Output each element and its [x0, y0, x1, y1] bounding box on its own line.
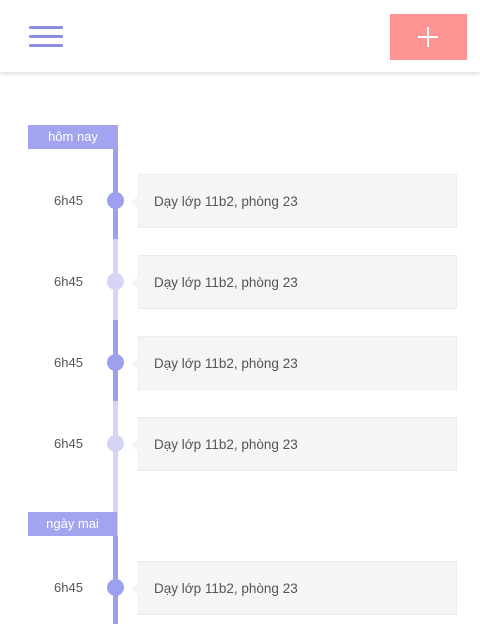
plus-icon: [418, 27, 438, 47]
event-card[interactable]: Dạy lớp 11b2, phòng 23: [131, 561, 457, 615]
day-label-tomorrow: ngày mai: [28, 512, 117, 536]
event-time: 6h45: [54, 580, 83, 595]
event-text: Dạy lớp 11b2, phòng 23: [154, 275, 298, 290]
timeline-dot: [107, 354, 124, 371]
event-card[interactable]: Dạy lớp 11b2, phòng 23: [131, 174, 457, 228]
event-card[interactable]: Dạy lớp 11b2, phòng 23: [131, 255, 457, 309]
timeline-item[interactable]: 6h45 Dạy lớp 11b2, phòng 23: [0, 255, 480, 309]
event-card[interactable]: Dạy lớp 11b2, phòng 23: [131, 417, 457, 471]
add-button[interactable]: [390, 14, 467, 60]
event-time: 6h45: [54, 274, 83, 289]
event-time: 6h45: [54, 436, 83, 451]
event-text: Dạy lớp 11b2, phòng 23: [154, 356, 298, 371]
app-header: [0, 0, 480, 72]
timeline-dot: [107, 435, 124, 452]
hamburger-menu-icon[interactable]: [29, 26, 63, 48]
event-time: 6h45: [54, 193, 83, 208]
timeline-dot: [107, 579, 124, 596]
event-time: 6h45: [54, 355, 83, 370]
timeline-dot: [107, 273, 124, 290]
day-label-today: hôm nay: [28, 125, 118, 149]
timeline: hôm nay 6h45 Dạy lớp 11b2, phòng 23 6h45…: [0, 72, 480, 624]
event-text: Dạy lớp 11b2, phòng 23: [154, 437, 298, 452]
timeline-item[interactable]: 6h45 Dạy lớp 11b2, phòng 23: [0, 561, 480, 615]
timeline-dot: [107, 192, 124, 209]
timeline-item[interactable]: 6h45 Dạy lớp 11b2, phòng 23: [0, 336, 480, 390]
event-card[interactable]: Dạy lớp 11b2, phòng 23: [131, 336, 457, 390]
event-text: Dạy lớp 11b2, phòng 23: [154, 194, 298, 209]
timeline-item[interactable]: 6h45 Dạy lớp 11b2, phòng 23: [0, 417, 480, 471]
event-text: Dạy lớp 11b2, phòng 23: [154, 581, 298, 596]
timeline-item[interactable]: 6h45 Dạy lớp 11b2, phòng 23: [0, 174, 480, 228]
